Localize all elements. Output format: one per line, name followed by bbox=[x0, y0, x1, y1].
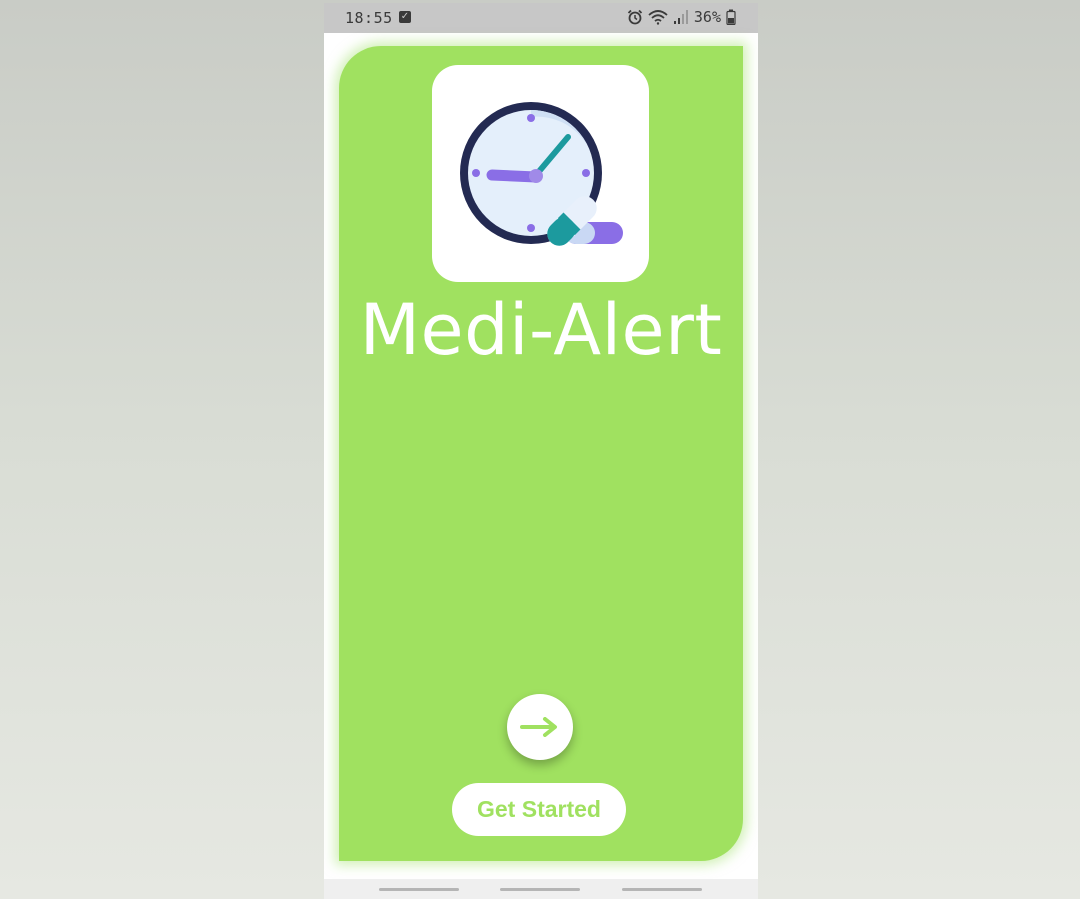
status-time: 18:55 bbox=[345, 9, 393, 27]
checkbox-icon: ✓ bbox=[399, 11, 411, 23]
welcome-card: Medi-Alert Get Started bbox=[339, 46, 743, 861]
alarm-icon bbox=[627, 9, 643, 25]
clock-pill-icon bbox=[460, 102, 623, 246]
phone-screen: 18:55 ✓ 36% Medi-Alert Get Started bbox=[324, 3, 758, 899]
nav-back-icon[interactable] bbox=[622, 888, 702, 891]
nav-home-icon[interactable] bbox=[500, 888, 580, 891]
next-button[interactable] bbox=[507, 694, 573, 760]
wifi-icon bbox=[648, 9, 668, 25]
signal-icon bbox=[673, 9, 689, 25]
arrow-right-icon bbox=[520, 717, 557, 737]
get-started-button[interactable]: Get Started bbox=[452, 783, 626, 836]
battery-percent: 36% bbox=[693, 8, 721, 26]
status-bar: 18:55 ✓ 36% bbox=[324, 3, 758, 33]
nav-recent-icon[interactable] bbox=[379, 888, 459, 891]
app-logo bbox=[432, 65, 649, 282]
system-nav-bar bbox=[324, 879, 758, 899]
battery-icon bbox=[726, 9, 736, 25]
status-icons: 36% bbox=[627, 8, 736, 26]
app-title: Medi-Alert bbox=[359, 289, 723, 371]
